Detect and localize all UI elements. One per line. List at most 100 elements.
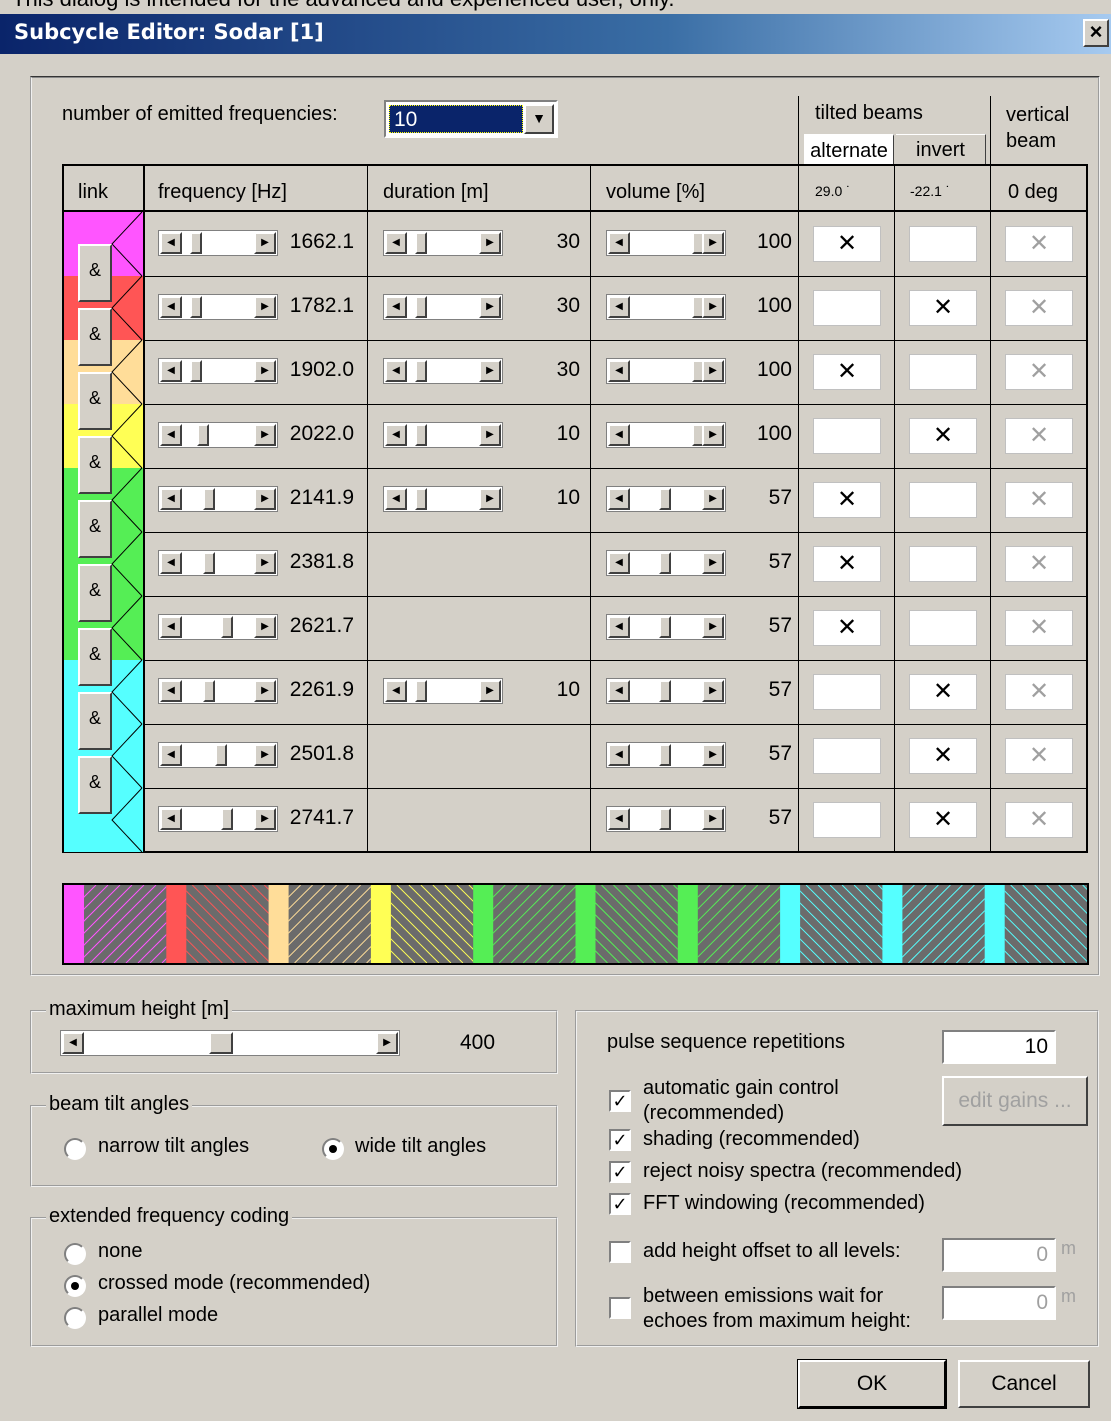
arrow-left-icon[interactable]: ◀	[385, 680, 407, 702]
arrow-right-icon[interactable]: ▶	[702, 488, 724, 510]
invert-beam-cell[interactable]	[909, 546, 977, 582]
invert-beam-cell[interactable]: ✕	[909, 290, 977, 326]
frequency-slider[interactable]: ◀ ▶	[158, 550, 278, 576]
arrow-right-icon[interactable]: ▶	[254, 680, 276, 702]
arrow-left-icon[interactable]: ◀	[160, 424, 182, 446]
alternate-beam-cell[interactable]	[813, 290, 881, 326]
coding-parallel-radio[interactable]	[64, 1307, 86, 1329]
max-height-slider[interactable]: ◀ ▶	[60, 1030, 400, 1056]
arrow-right-icon[interactable]: ▶	[702, 360, 724, 382]
alternate-beam-cell[interactable]: ✕	[813, 546, 881, 582]
link-button[interactable]: &	[78, 244, 112, 302]
volume-slider[interactable]: ◀ ▶	[606, 230, 726, 256]
volume-slider[interactable]: ◀ ▶	[606, 678, 726, 704]
arrow-right-icon[interactable]: ▶	[702, 424, 724, 446]
duration-slider[interactable]: ◀ ▶	[383, 678, 503, 704]
frequency-slider-thumb[interactable]	[197, 424, 209, 446]
arrow-left-icon[interactable]: ◀	[160, 488, 182, 510]
reject-noisy-checkbox[interactable]: ✓	[609, 1161, 631, 1183]
link-button[interactable]: &	[78, 756, 112, 814]
arrow-right-icon[interactable]: ▶	[479, 232, 501, 254]
arrow-left-icon[interactable]: ◀	[385, 232, 407, 254]
link-button[interactable]: &	[78, 436, 112, 494]
frequency-slider-thumb[interactable]	[203, 552, 215, 574]
arrow-left-icon[interactable]: ◀	[62, 1032, 84, 1054]
link-button[interactable]: &	[78, 308, 112, 366]
duration-slider-thumb[interactable]	[415, 360, 427, 382]
alternate-beam-cell[interactable]: ✕	[813, 226, 881, 262]
arrow-right-icon[interactable]: ▶	[479, 424, 501, 446]
max-height-thumb[interactable]	[209, 1032, 233, 1054]
arrow-left-icon[interactable]: ◀	[160, 552, 182, 574]
alternate-beam-cell[interactable]	[813, 418, 881, 454]
link-button[interactable]: &	[78, 372, 112, 430]
duration-slider[interactable]: ◀ ▶	[383, 422, 503, 448]
arrow-right-icon[interactable]: ▶	[702, 744, 724, 766]
invert-beam-cell[interactable]	[909, 226, 977, 262]
agc-checkbox[interactable]: ✓	[609, 1090, 631, 1112]
arrow-left-icon[interactable]: ◀	[608, 296, 630, 318]
volume-slider[interactable]: ◀ ▶	[606, 550, 726, 576]
frequency-slider[interactable]: ◀ ▶	[158, 294, 278, 320]
arrow-right-icon[interactable]: ▶	[702, 232, 724, 254]
invert-beam-cell[interactable]	[909, 482, 977, 518]
frequency-slider[interactable]: ◀ ▶	[158, 358, 278, 384]
ok-button[interactable]: OK	[797, 1359, 947, 1409]
arrow-left-icon[interactable]: ◀	[385, 360, 407, 382]
narrow-tilt-radio[interactable]	[64, 1138, 86, 1160]
vertical-beam-cell[interactable]: ✕	[1005, 482, 1073, 518]
frequency-slider-thumb[interactable]	[190, 296, 202, 318]
volume-slider[interactable]: ◀ ▶	[606, 614, 726, 640]
duration-slider-thumb[interactable]	[415, 232, 427, 254]
volume-slider[interactable]: ◀ ▶	[606, 806, 726, 832]
arrow-right-icon[interactable]: ▶	[254, 360, 276, 382]
frequency-slider-thumb[interactable]	[221, 808, 233, 830]
alternate-beam-cell[interactable]	[813, 674, 881, 710]
arrow-right-icon[interactable]: ▶	[254, 488, 276, 510]
frequency-slider[interactable]: ◀ ▶	[158, 486, 278, 512]
vertical-beam-cell[interactable]: ✕	[1005, 802, 1073, 838]
alternate-beam-cell[interactable]	[813, 738, 881, 774]
invert-beam-cell[interactable]	[909, 354, 977, 390]
shading-checkbox[interactable]: ✓	[609, 1129, 631, 1151]
frequency-slider-thumb[interactable]	[221, 616, 233, 638]
volume-slider[interactable]: ◀ ▶	[606, 742, 726, 768]
arrow-left-icon[interactable]: ◀	[608, 424, 630, 446]
duration-slider-thumb[interactable]	[415, 296, 427, 318]
arrow-left-icon[interactable]: ◀	[385, 488, 407, 510]
alternate-beam-cell[interactable]: ✕	[813, 354, 881, 390]
arrow-right-icon[interactable]: ▶	[479, 488, 501, 510]
alternate-beam-cell[interactable]: ✕	[813, 482, 881, 518]
invert-beam-cell[interactable]: ✕	[909, 418, 977, 454]
arrow-left-icon[interactable]: ◀	[160, 616, 182, 638]
arrow-right-icon[interactable]: ▶	[254, 616, 276, 638]
link-button[interactable]: &	[78, 564, 112, 622]
coding-none-radio[interactable]	[64, 1243, 86, 1265]
frequency-slider[interactable]: ◀ ▶	[158, 422, 278, 448]
arrow-right-icon[interactable]: ▶	[702, 552, 724, 574]
volume-slider-thumb[interactable]	[659, 680, 671, 702]
wait-echoes-checkbox[interactable]	[609, 1297, 631, 1319]
duration-slider[interactable]: ◀ ▶	[383, 294, 503, 320]
volume-slider-thumb[interactable]	[659, 616, 671, 638]
volume-slider[interactable]: ◀ ▶	[606, 422, 726, 448]
frequency-slider[interactable]: ◀ ▶	[158, 806, 278, 832]
volume-slider-thumb[interactable]	[659, 552, 671, 574]
frequency-slider-thumb[interactable]	[215, 744, 227, 766]
frequency-slider[interactable]: ◀ ▶	[158, 678, 278, 704]
duration-slider[interactable]: ◀ ▶	[383, 358, 503, 384]
arrow-right-icon[interactable]: ▶	[702, 616, 724, 638]
arrow-right-icon[interactable]: ▶	[479, 680, 501, 702]
arrow-left-icon[interactable]: ◀	[608, 488, 630, 510]
pulse-repetitions-input[interactable]: 10	[942, 1030, 1056, 1064]
vertical-beam-cell[interactable]: ✕	[1005, 290, 1073, 326]
height-offset-input[interactable]: 0	[942, 1238, 1056, 1272]
arrow-left-icon[interactable]: ◀	[608, 616, 630, 638]
arrow-left-icon[interactable]: ◀	[160, 296, 182, 318]
frequency-slider-thumb[interactable]	[190, 360, 202, 382]
frequency-slider[interactable]: ◀ ▶	[158, 614, 278, 640]
vertical-beam-cell[interactable]: ✕	[1005, 226, 1073, 262]
arrow-left-icon[interactable]: ◀	[608, 680, 630, 702]
vertical-beam-cell[interactable]: ✕	[1005, 418, 1073, 454]
arrow-left-icon[interactable]: ◀	[160, 360, 182, 382]
